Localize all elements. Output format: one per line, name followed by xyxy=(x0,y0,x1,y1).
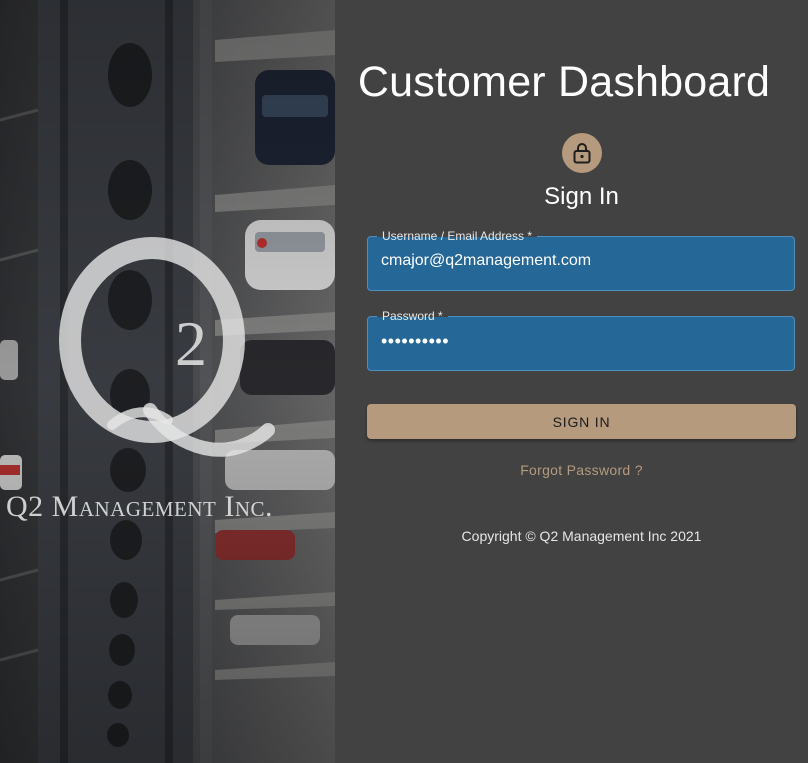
sign-in-button[interactable]: SIGN IN xyxy=(367,404,796,439)
sign-in-heading: Sign In xyxy=(544,183,619,210)
copyright-text: Copyright © Q2 Management Inc 2021 xyxy=(461,528,702,544)
username-field[interactable]: Username / Email Address * xyxy=(367,229,795,291)
password-field[interactable]: Password * xyxy=(367,309,795,371)
username-label: Username / Email Address * xyxy=(377,229,538,243)
logo-overlay: Q2 Management Inc. xyxy=(0,0,335,763)
forgot-password-link[interactable]: Forgot Password ? xyxy=(335,462,808,478)
lock-avatar xyxy=(562,133,602,173)
login-panel: Customer Dashboard Sign In Username / Em… xyxy=(335,0,808,763)
password-input[interactable] xyxy=(381,331,781,352)
page-title: Customer Dashboard xyxy=(357,58,771,106)
lock-icon xyxy=(573,143,591,164)
hero-image: 2 Q2 Management Inc. xyxy=(0,0,335,763)
login-page: 2 Q2 Management Inc. Customer Dashboard … xyxy=(0,0,808,763)
username-input[interactable] xyxy=(381,252,781,270)
company-logo-text: Q2 Management Inc. xyxy=(6,490,273,523)
password-label: Password * xyxy=(377,309,448,323)
